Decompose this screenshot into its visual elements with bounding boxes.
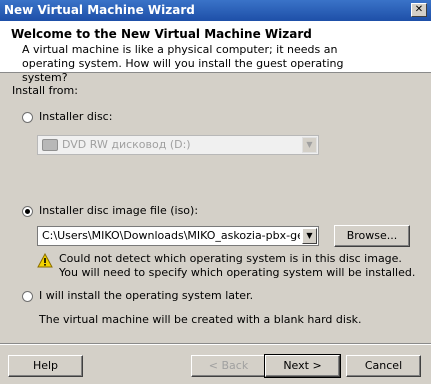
footer-divider xyxy=(0,343,431,345)
install-later-note: The virtual machine will be created with… xyxy=(39,313,362,326)
installer-disc-label[interactable]: Installer disc: xyxy=(39,110,112,123)
chevron-down-icon: ▼ xyxy=(302,137,317,153)
iso-path-select[interactable]: C:\Users\MIKO\Downloads\MIKO_askozia-pbx… xyxy=(37,226,319,246)
disc-drive-icon xyxy=(42,139,58,151)
installer-disc-radio[interactable] xyxy=(22,112,33,123)
close-button[interactable]: ✕ xyxy=(411,3,427,17)
warning-icon xyxy=(37,253,53,268)
iso-path-value: C:\Users\MIKO\Downloads\MIKO_askozia-pbx… xyxy=(42,229,300,242)
iso-radio[interactable] xyxy=(22,206,33,217)
install-later-radio[interactable] xyxy=(22,291,33,302)
wizard-header: Welcome to the New Virtual Machine Wizar… xyxy=(0,21,431,84)
wizard-window: New Virtual Machine Wizard ✕ Welcome to … xyxy=(0,0,431,384)
iso-warning-line1: Could not detect which operating system … xyxy=(59,252,402,265)
header-title: Welcome to the New Virtual Machine Wizar… xyxy=(11,27,312,41)
install-later-label[interactable]: I will install the operating system late… xyxy=(39,289,253,302)
chevron-down-icon[interactable]: ▼ xyxy=(302,228,317,244)
iso-label[interactable]: Installer disc image file (iso): xyxy=(39,204,198,217)
help-button[interactable]: Help xyxy=(8,355,83,377)
back-button[interactable]: < Back xyxy=(191,355,266,377)
install-from-label: Install from: xyxy=(12,84,78,97)
iso-warning-line2: You will need to specify which operating… xyxy=(59,266,416,279)
next-button[interactable]: Next > xyxy=(264,354,341,378)
window-title: New Virtual Machine Wizard xyxy=(4,3,195,17)
disc-drive-value: DVD RW дисковод (D:) xyxy=(62,138,191,151)
browse-button[interactable]: Browse... xyxy=(334,225,410,247)
cancel-button[interactable]: Cancel xyxy=(346,355,421,377)
disc-drive-select: DVD RW дисковод (D:) ▼ xyxy=(37,135,319,155)
title-bar: New Virtual Machine Wizard ✕ xyxy=(0,0,431,21)
header-description: A virtual machine is like a physical com… xyxy=(22,43,344,84)
